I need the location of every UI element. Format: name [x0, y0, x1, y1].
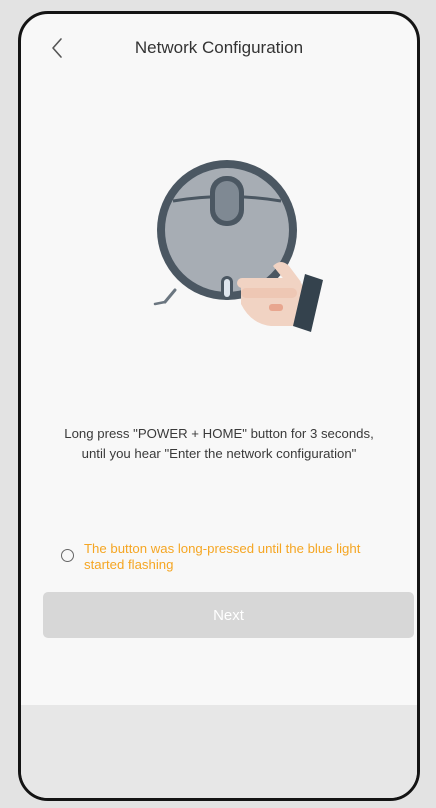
confirm-line: The button was long-pressed until the bl…: [84, 541, 361, 556]
long-press-confirm-option[interactable]: The button was long-pressed until the bl…: [61, 541, 397, 573]
bottom-panel: [21, 705, 417, 798]
next-button[interactable]: Next: [43, 592, 414, 638]
radio-button[interactable]: [61, 549, 74, 562]
robot-vacuum-illustration: [153, 160, 323, 332]
phone-frame: Network Configuration Long press "POWER …: [18, 11, 420, 801]
page-title: Network Configuration: [134, 38, 304, 57]
header: Network Configuration: [21, 14, 417, 82]
confirm-line: started flashing: [84, 557, 174, 572]
instruction-line: until you hear "Enter the network config…: [81, 446, 357, 461]
instruction-line: Long press "POWER + HOME" button for 3 s…: [64, 426, 374, 441]
instruction-text: Long press "POWER + HOME" button for 3 s…: [41, 424, 397, 464]
confirm-label: The button was long-pressed until the bl…: [84, 541, 360, 573]
side-brush-icon: [153, 288, 177, 306]
